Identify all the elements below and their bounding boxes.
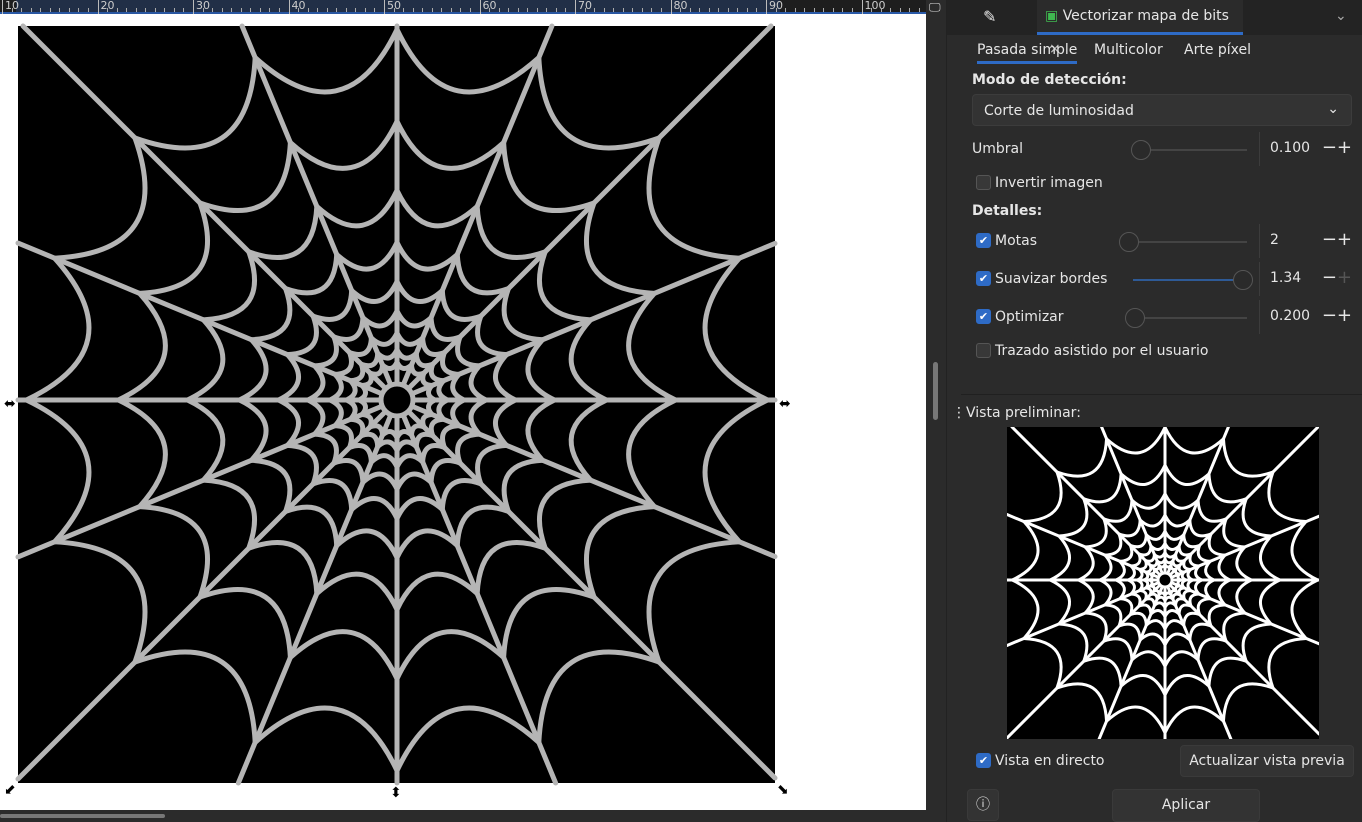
plus-button[interactable]: + xyxy=(1337,229,1352,250)
live-preview-checkbox[interactable]: ✔ xyxy=(976,753,991,768)
apply-button[interactable]: Aplicar xyxy=(1112,789,1260,822)
plus-button[interactable]: + xyxy=(1337,137,1352,158)
speckles-slider[interactable] xyxy=(1123,241,1247,243)
detection-mode-select[interactable]: Corte de luminosidad ⌄ xyxy=(972,94,1352,126)
vertical-scrollbar[interactable]: 🖵 xyxy=(926,0,946,822)
scale-handle-right[interactable]: ⬌ xyxy=(779,397,791,411)
live-preview-label: Vista en directo xyxy=(995,753,1105,769)
chevron-down-icon: ⌄ xyxy=(1327,101,1339,117)
tab-trace-bitmap[interactable]: ▣ Vectorizar mapa de bits × xyxy=(1037,0,1243,35)
minus-button[interactable]: − xyxy=(1322,267,1337,288)
user-assisted-label: Trazado asistido por el usuario xyxy=(995,343,1208,359)
speckles-spinbox[interactable]: 2 −+ xyxy=(1259,224,1356,258)
web-hub xyxy=(381,384,413,416)
user-assisted-checkbox[interactable] xyxy=(976,343,991,358)
details-label: Detalles: xyxy=(972,203,1042,219)
detection-mode-value: Corte de luminosidad xyxy=(984,103,1134,119)
threshold-value: 0.100 xyxy=(1270,140,1310,156)
speckles-checkbox[interactable]: ✔ xyxy=(976,233,991,248)
trace-preview-image xyxy=(1007,427,1319,739)
update-preview-button[interactable]: Actualizar vista previa xyxy=(1180,745,1354,777)
plus-button[interactable]: + xyxy=(1337,305,1352,326)
horizontal-scrollbar[interactable] xyxy=(0,810,926,822)
invert-checkbox[interactable] xyxy=(976,175,991,190)
smooth-label: Suavizar bordes xyxy=(995,271,1107,287)
trace-bitmap-icon: ▣ xyxy=(1045,8,1058,24)
speckles-value: 2 xyxy=(1270,232,1279,248)
smooth-slider[interactable] xyxy=(1133,279,1247,281)
subtab-single-scan[interactable]: Pasada simple xyxy=(977,42,1077,64)
plus-button: + xyxy=(1337,267,1352,288)
optimize-value: 0.200 xyxy=(1270,308,1310,324)
minus-button[interactable]: − xyxy=(1322,305,1337,326)
threshold-label: Umbral xyxy=(972,141,1023,157)
minus-button[interactable]: − xyxy=(1322,137,1337,158)
optimize-spinbox[interactable]: 0.200−+ xyxy=(1259,300,1356,334)
scale-handle-bottom-right[interactable]: ⬊ xyxy=(777,783,789,797)
speckles-label: Motas xyxy=(995,233,1037,249)
smooth-spinbox[interactable]: 1.34 −+ xyxy=(1259,262,1356,296)
smooth-checkbox[interactable]: ✔ xyxy=(976,271,991,286)
tab-title: Vectorizar mapa de bits xyxy=(1063,8,1229,24)
detection-mode-label: Modo de detección: xyxy=(972,72,1127,88)
optimize-checkbox[interactable]: ✔ xyxy=(976,309,991,324)
web-hub xyxy=(1158,573,1172,587)
drag-handle-icon[interactable]: ⋮ xyxy=(952,405,966,421)
threshold-slider[interactable] xyxy=(1135,149,1247,151)
edit-tool-icon[interactable]: ✎ xyxy=(983,0,996,35)
scale-handle-left[interactable]: ⬌ xyxy=(4,397,16,411)
trace-bitmap-panel: ✎ ▣ Vectorizar mapa de bits × ⌄ Pasada s… xyxy=(946,0,1362,822)
threshold-spinbox[interactable]: 0.100−+ xyxy=(1259,132,1356,166)
optimize-slider[interactable] xyxy=(1127,317,1247,319)
minus-button[interactable]: − xyxy=(1322,229,1337,250)
subtab-multicolor[interactable]: Multicolor xyxy=(1094,42,1163,58)
smooth-value: 1.34 xyxy=(1270,270,1301,286)
invert-label: Invertir imagen xyxy=(995,175,1103,191)
info-icon[interactable]: ⓘ xyxy=(967,789,999,821)
preview-label: Vista preliminar: xyxy=(966,405,1081,421)
scale-handle-bottom[interactable]: ⬍ xyxy=(390,786,402,800)
scale-handle-bottom-left[interactable]: ⬋ xyxy=(4,783,16,797)
subtab-pixel-art[interactable]: Arte píxel xyxy=(1184,42,1251,58)
optimize-label: Optimizar xyxy=(995,309,1064,325)
chevron-down-icon[interactable]: ⌄ xyxy=(1335,0,1347,35)
display-icon: 🖵 xyxy=(929,0,941,15)
